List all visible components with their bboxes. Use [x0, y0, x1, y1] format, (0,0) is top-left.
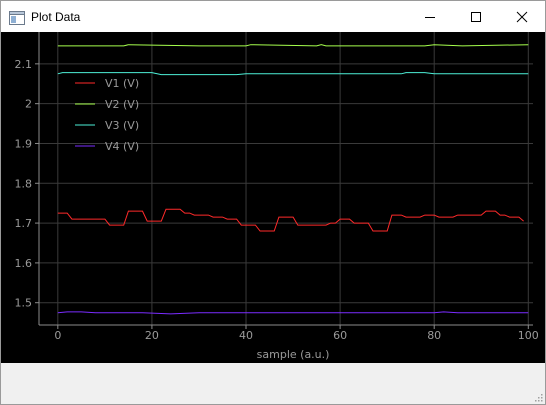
- series-line-v4: [57, 311, 529, 315]
- bottom-panel: [1, 363, 545, 404]
- x-tick-label: 20: [145, 329, 159, 342]
- x-axis-label: sample (a.u.): [257, 348, 330, 361]
- y-tick-label: 1.8: [15, 177, 33, 190]
- maximize-button[interactable]: [453, 1, 499, 32]
- x-tick-label: 60: [333, 329, 347, 342]
- y-tick-label: 1.7: [15, 217, 33, 230]
- title-bar[interactable]: Plot Data: [1, 1, 545, 32]
- window-icon: [9, 10, 25, 25]
- y-tick-label: 2: [25, 98, 32, 111]
- close-icon: [516, 11, 528, 22]
- y-tick-label: 2.1: [15, 58, 33, 71]
- minimize-icon: [425, 16, 435, 18]
- x-tick-label: 0: [54, 329, 61, 342]
- resize-grip-icon[interactable]: [533, 392, 543, 402]
- legend-label-v4: V4 (V): [105, 140, 139, 153]
- x-tick-label: 80: [427, 329, 441, 342]
- series-line-v2: [57, 44, 529, 47]
- maximize-icon: [471, 11, 481, 22]
- series-line-v3: [57, 72, 529, 76]
- minimize-button[interactable]: [407, 1, 453, 32]
- y-tick-label: 1.6: [15, 257, 33, 270]
- plot-data-window: Plot Data 0 20 40 60 80 100 1.5 1.6 1.7 1.8 1.9 2 2: [0, 0, 546, 405]
- series-line-v1: [57, 208, 524, 232]
- x-tick-label: 100: [518, 329, 539, 342]
- line-chart[interactable]: 0 20 40 60 80 100 1.5 1.6 1.7 1.8 1.9 2 2.1 sample (a…: [1, 32, 545, 363]
- legend-label-v2: V2 (V): [105, 98, 139, 111]
- y-tick-label: 1.9: [15, 137, 33, 150]
- window-controls: [407, 1, 545, 32]
- close-button[interactable]: [499, 1, 545, 32]
- legend-label-v3: V3 (V): [105, 119, 139, 132]
- x-tick-label: 40: [239, 329, 253, 342]
- legend-label-v1: V1 (V): [105, 77, 139, 90]
- window-title: Plot Data: [31, 9, 81, 24]
- plot-area[interactable]: 0 20 40 60 80 100 1.5 1.6 1.7 1.8 1.9 2 2.1 sample (a…: [1, 32, 545, 363]
- y-tick-label: 1.5: [15, 297, 33, 310]
